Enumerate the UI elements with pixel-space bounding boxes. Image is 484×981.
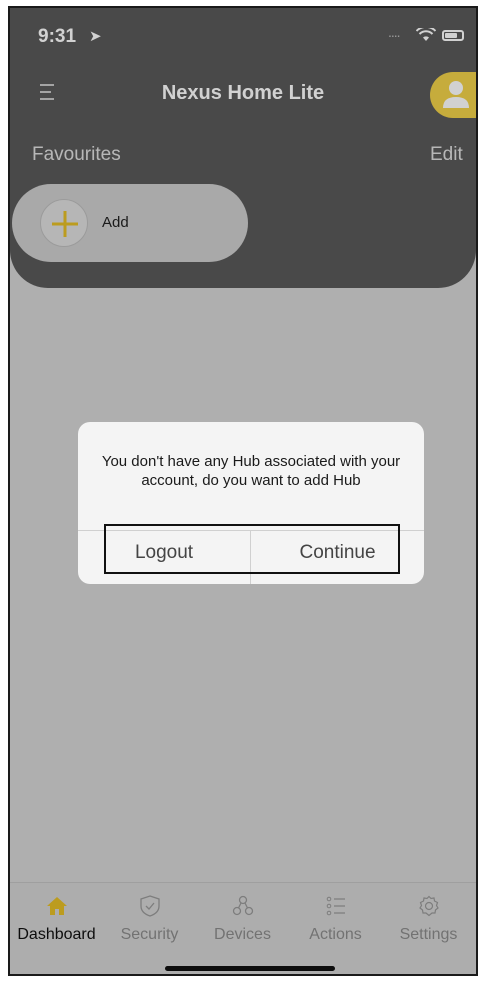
tab-label: Settings [399, 926, 458, 943]
wifi-icon [416, 28, 436, 41]
tab-label: Devices [214, 926, 271, 943]
list-icon [326, 896, 345, 916]
phone-frame: 9:31 ➤ .... Nexus Home Lite Favourites E… [8, 6, 478, 976]
tab-dashboard[interactable]: Dashboard [10, 883, 103, 953]
user-avatar-icon[interactable] [430, 72, 476, 118]
tab-label: Security [120, 926, 179, 943]
gear-icon [418, 895, 439, 917]
alert-dialog: You don't have any Hub associated with y… [78, 422, 424, 584]
home-icon [46, 897, 67, 915]
dialog-message: You don't have any Hub associated with y… [101, 453, 401, 489]
location-arrow-icon: ➤ [89, 28, 102, 45]
add-label: Add [102, 214, 129, 231]
tab-label: Actions [309, 926, 362, 943]
screen: 9:31 ➤ .... Nexus Home Lite Favourites E… [10, 8, 476, 974]
signal-icon: .... [388, 24, 401, 40]
avatar-icon [443, 81, 469, 108]
add-favourite-button[interactable]: Add [12, 184, 248, 262]
tab-devices[interactable]: Devices [196, 883, 289, 953]
tab-settings[interactable]: Settings [382, 883, 475, 953]
add-circle [40, 199, 88, 247]
continue-button[interactable]: Continue [251, 531, 424, 584]
tab-actions[interactable]: Actions [289, 883, 382, 953]
tab-label: Dashboard [17, 926, 96, 943]
edit-link[interactable]: Edit [430, 144, 463, 166]
home-indicator[interactable] [165, 966, 335, 971]
shield-icon [139, 895, 160, 917]
favourites-label: Favourites [32, 144, 121, 165]
status-time: 9:31 [38, 26, 77, 47]
status-bar: 9:31 ➤ .... [10, 8, 476, 58]
logout-button[interactable]: Logout [78, 531, 250, 584]
app-title: Nexus Home Lite [161, 82, 325, 104]
tab-security[interactable]: Security [103, 883, 196, 953]
devices-icon [232, 895, 253, 916]
plus-icon [52, 211, 78, 237]
tab-bar: Dashboard Security Devices Actions Setti… [10, 882, 476, 974]
battery-icon [442, 30, 464, 41]
